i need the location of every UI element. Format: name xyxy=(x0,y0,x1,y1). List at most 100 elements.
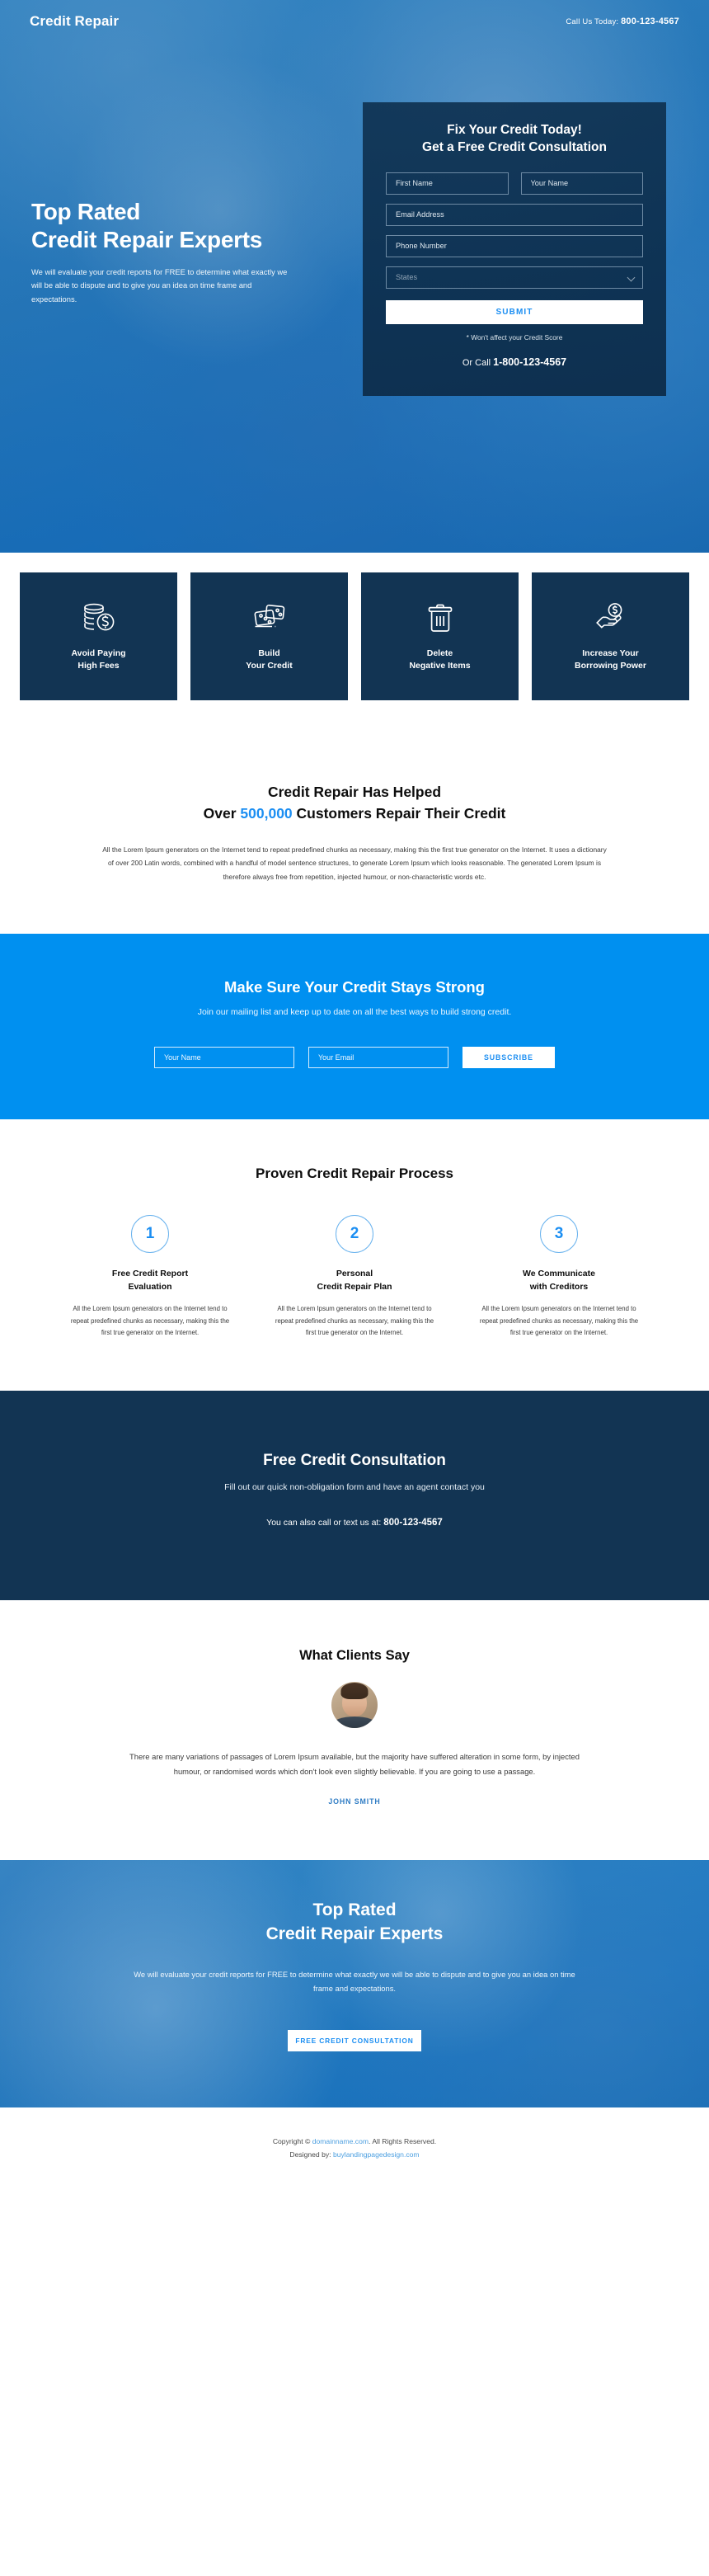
feature-label: Increase Your Borrowing Power xyxy=(575,648,646,672)
feature-label: Delete Negative Items xyxy=(409,648,470,672)
hand-holding-dollar-icon xyxy=(591,600,631,635)
newsletter-email-input[interactable] xyxy=(308,1046,448,1068)
bottom-cta-headline-line1: Top Rated xyxy=(312,1900,397,1920)
first-name-input[interactable] xyxy=(386,172,509,195)
header-phone-number: 800-123-4567 xyxy=(621,16,679,26)
free-consultation-call-line: You can also call or text us at: 800-123… xyxy=(0,1518,709,1528)
footer-designed-pre: Designed by: xyxy=(289,2150,333,2159)
form-title-line2: Get a Free Credit Consultation xyxy=(422,139,607,154)
site-logo[interactable]: Credit Repair xyxy=(30,13,119,30)
newsletter-subtitle: Join our mailing list and keep up to dat… xyxy=(197,1006,512,1017)
form-call-number[interactable]: 1-800-123-4567 xyxy=(493,356,566,368)
testimonial-author: JOHN SMITH xyxy=(328,1797,381,1806)
feature-label-line2: Negative Items xyxy=(409,661,471,671)
form-call-label: Or Call xyxy=(462,357,491,368)
step-number-badge: 2 xyxy=(336,1214,373,1253)
newsletter-form: SUBSCRIBE xyxy=(0,1046,709,1068)
step-title-line2: with Creditors xyxy=(529,1281,589,1292)
feature-card-increase-borrowing-power[interactable]: Increase Your Borrowing Power xyxy=(532,572,689,700)
feature-label-line1: Increase Your xyxy=(582,648,639,658)
helped-title-highlight: 500,000 xyxy=(240,805,293,822)
form-disclaimer: * Won't affect your Credit Score xyxy=(466,332,563,341)
bottom-cta-headline-line2: Credit Repair Experts xyxy=(265,1924,444,1943)
testimonial-quote: There are many variations of passages of… xyxy=(129,1751,580,1777)
feature-label-line1: Delete xyxy=(426,648,453,658)
footer-copyright-pre: Copyright © xyxy=(272,2137,312,2146)
newsletter-title: Make Sure Your Credit Stays Strong xyxy=(224,977,485,996)
step-text: All the Lorem Ipsum generators on the In… xyxy=(479,1305,639,1337)
step-title: Personal Credit Repair Plan xyxy=(317,1268,392,1294)
footer: Copyright © domainname.com. All Rights R… xyxy=(0,2107,709,2186)
form-name-row xyxy=(386,172,643,195)
trash-bin-icon xyxy=(420,600,460,635)
header-phone[interactable]: Call Us Today: 800-123-4567 xyxy=(566,16,679,26)
helped-title-post: Customers Repair Their Credit xyxy=(292,805,506,822)
free-consultation-call-number[interactable]: 800-123-4567 xyxy=(383,1518,443,1528)
free-consultation-call-label: You can also call or text us at: xyxy=(266,1517,382,1528)
last-name-input[interactable] xyxy=(520,172,643,195)
feature-card-delete-negative-items[interactable]: Delete Negative Items xyxy=(361,572,519,700)
submit-button[interactable]: SUBMIT xyxy=(386,299,643,324)
feature-card-build-your-credit[interactable]: Build Your Credit xyxy=(190,572,348,700)
free-credit-consultation-button[interactable]: FREE CREDIT CONSULTATION xyxy=(288,2029,421,2051)
feature-label-line2: Borrowing Power xyxy=(575,661,646,671)
feature-card-avoid-paying-high-fees[interactable]: Avoid Paying High Fees xyxy=(20,572,177,700)
free-consultation-subtitle: Fill out our quick non-obligation form a… xyxy=(224,1481,485,1492)
newsletter-section: Make Sure Your Credit Stays Strong Join … xyxy=(0,933,709,1119)
hero-lead-form: Fix Your Credit Today! Get a Free Credit… xyxy=(363,102,666,396)
subscribe-button[interactable]: SUBSCRIBE xyxy=(462,1046,555,1068)
hero-headline-line1: Top Rated xyxy=(31,199,141,224)
states-select-wrap xyxy=(386,266,643,289)
footer-designer-link[interactable]: buylandingpagedesign.com xyxy=(333,2150,420,2159)
header-phone-label: Call Us Today: xyxy=(566,17,619,26)
feature-label: Avoid Paying High Fees xyxy=(71,648,125,672)
feature-label: Build Your Credit xyxy=(246,648,292,672)
helped-body: All the Lorem Ipsum generators on the In… xyxy=(102,845,607,882)
feature-label-line2: Your Credit xyxy=(246,661,293,671)
step-title: Free Credit Report Evaluation xyxy=(112,1268,188,1294)
step-title-line2: Evaluation xyxy=(128,1281,172,1292)
helped-title: Credit Repair Has Helped Over 500,000 Cu… xyxy=(0,781,709,825)
helped-section: Credit Repair Has Helped Over 500,000 Cu… xyxy=(0,738,709,934)
hero-section: Credit Repair Call Us Today: 800-123-456… xyxy=(0,0,709,553)
features-section: Avoid Paying High Fees Build Your Credit… xyxy=(0,553,709,738)
step-title-line1: We Communicate xyxy=(523,1268,595,1279)
footer-domain-link[interactable]: domainname.com xyxy=(312,2137,369,2145)
form-call-line: Or Call 1-800-123-4567 xyxy=(386,356,643,368)
helped-title-line2: Over 500,000 Customers Repair Their Cred… xyxy=(0,803,709,824)
testimonial-title: What Clients Say xyxy=(299,1647,410,1663)
hero-copy: Top Rated Credit Repair Experts We will … xyxy=(31,198,336,306)
footer-designed-by: Designed by: buylandingpagedesign.com xyxy=(0,2149,709,2162)
credit-cards-icon xyxy=(250,600,289,635)
process-step-1: 1 Free Credit Report Evaluation All the … xyxy=(59,1214,241,1340)
states-select[interactable] xyxy=(386,266,643,289)
step-title: We Communicate with Creditors xyxy=(523,1268,595,1294)
process-section: Proven Credit Repair Process 1 Free Cred… xyxy=(0,1118,709,1391)
email-input[interactable] xyxy=(386,203,643,226)
step-text: All the Lorem Ipsum generators on the In… xyxy=(275,1305,434,1337)
step-number-badge: 1 xyxy=(131,1214,169,1253)
bottom-cta-section: Top Rated Credit Repair Experts We will … xyxy=(0,1860,709,2108)
step-title-line1: Personal xyxy=(336,1268,373,1279)
form-title: Fix Your Credit Today! Get a Free Credit… xyxy=(386,122,643,157)
hero-headline: Top Rated Credit Repair Experts xyxy=(31,198,336,254)
phone-input[interactable] xyxy=(386,234,643,257)
avatar-shoulders xyxy=(332,1716,377,1728)
step-title-line1: Free Credit Report xyxy=(111,1268,189,1279)
bottom-cta-subtext: We will evaluate your credit reports for… xyxy=(134,1970,575,1993)
process-step-3: 3 We Communicate with Creditors All the … xyxy=(468,1214,650,1340)
process-title: Proven Credit Repair Process xyxy=(256,1165,453,1181)
coins-dollar-icon xyxy=(79,600,119,635)
form-title-line1: Fix Your Credit Today! xyxy=(447,123,582,137)
avatar-hair xyxy=(340,1682,369,1699)
hero-headline-line2: Credit Repair Experts xyxy=(31,227,263,253)
bottom-cta-headline: Top Rated Credit Repair Experts xyxy=(0,1899,709,1946)
avatar xyxy=(331,1681,378,1728)
footer-copyright-post: . All Rights Reserved. xyxy=(369,2137,437,2146)
process-step-2: 2 Personal Credit Repair Plan All the Lo… xyxy=(264,1214,445,1340)
feature-label-line1: Avoid Paying xyxy=(71,648,126,658)
free-consultation-section: Free Credit Consultation Fill out our qu… xyxy=(0,1390,709,1600)
step-number-badge: 3 xyxy=(540,1214,578,1253)
feature-label-line2: High Fees xyxy=(77,661,120,671)
newsletter-name-input[interactable] xyxy=(154,1046,294,1068)
